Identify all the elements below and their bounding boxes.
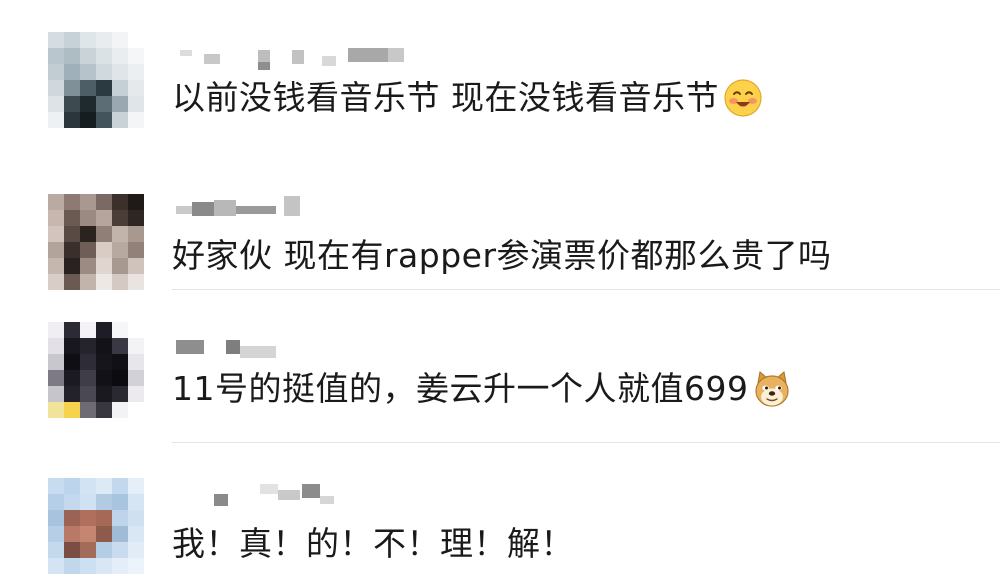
comment-text: 11号的挺值的，姜云升一个人就值699	[172, 367, 792, 411]
comment-text-content: 11号的挺值的，姜云升一个人就值699	[172, 369, 749, 408]
doge-emoji-icon	[752, 369, 792, 409]
comment-text: 我！真！的！不！理！解！	[172, 522, 574, 566]
avatar[interactable]	[48, 322, 144, 418]
blushing-smile-emoji-icon	[723, 78, 763, 118]
username-blurred[interactable]	[174, 192, 324, 220]
avatar[interactable]	[48, 478, 144, 574]
comment-text-content: 以前没钱看音乐节 现在没钱看音乐节	[172, 78, 719, 117]
comment-text-content: 我！真！的！不！理！解！	[172, 524, 574, 563]
username-blurred[interactable]	[174, 336, 284, 364]
username-blurred[interactable]	[174, 482, 344, 510]
divider	[172, 442, 1000, 443]
avatar[interactable]	[48, 194, 144, 290]
comment-text-content: 好家伙 现在有rapper参演票价都那么贵了吗	[172, 236, 832, 275]
username-blurred[interactable]	[174, 44, 414, 72]
avatar[interactable]	[48, 32, 144, 128]
comment-text: 好家伙 现在有rapper参演票价都那么贵了吗	[172, 234, 832, 278]
comment-text: 以前没钱看音乐节 现在没钱看音乐节	[172, 76, 763, 120]
divider	[172, 289, 1000, 290]
